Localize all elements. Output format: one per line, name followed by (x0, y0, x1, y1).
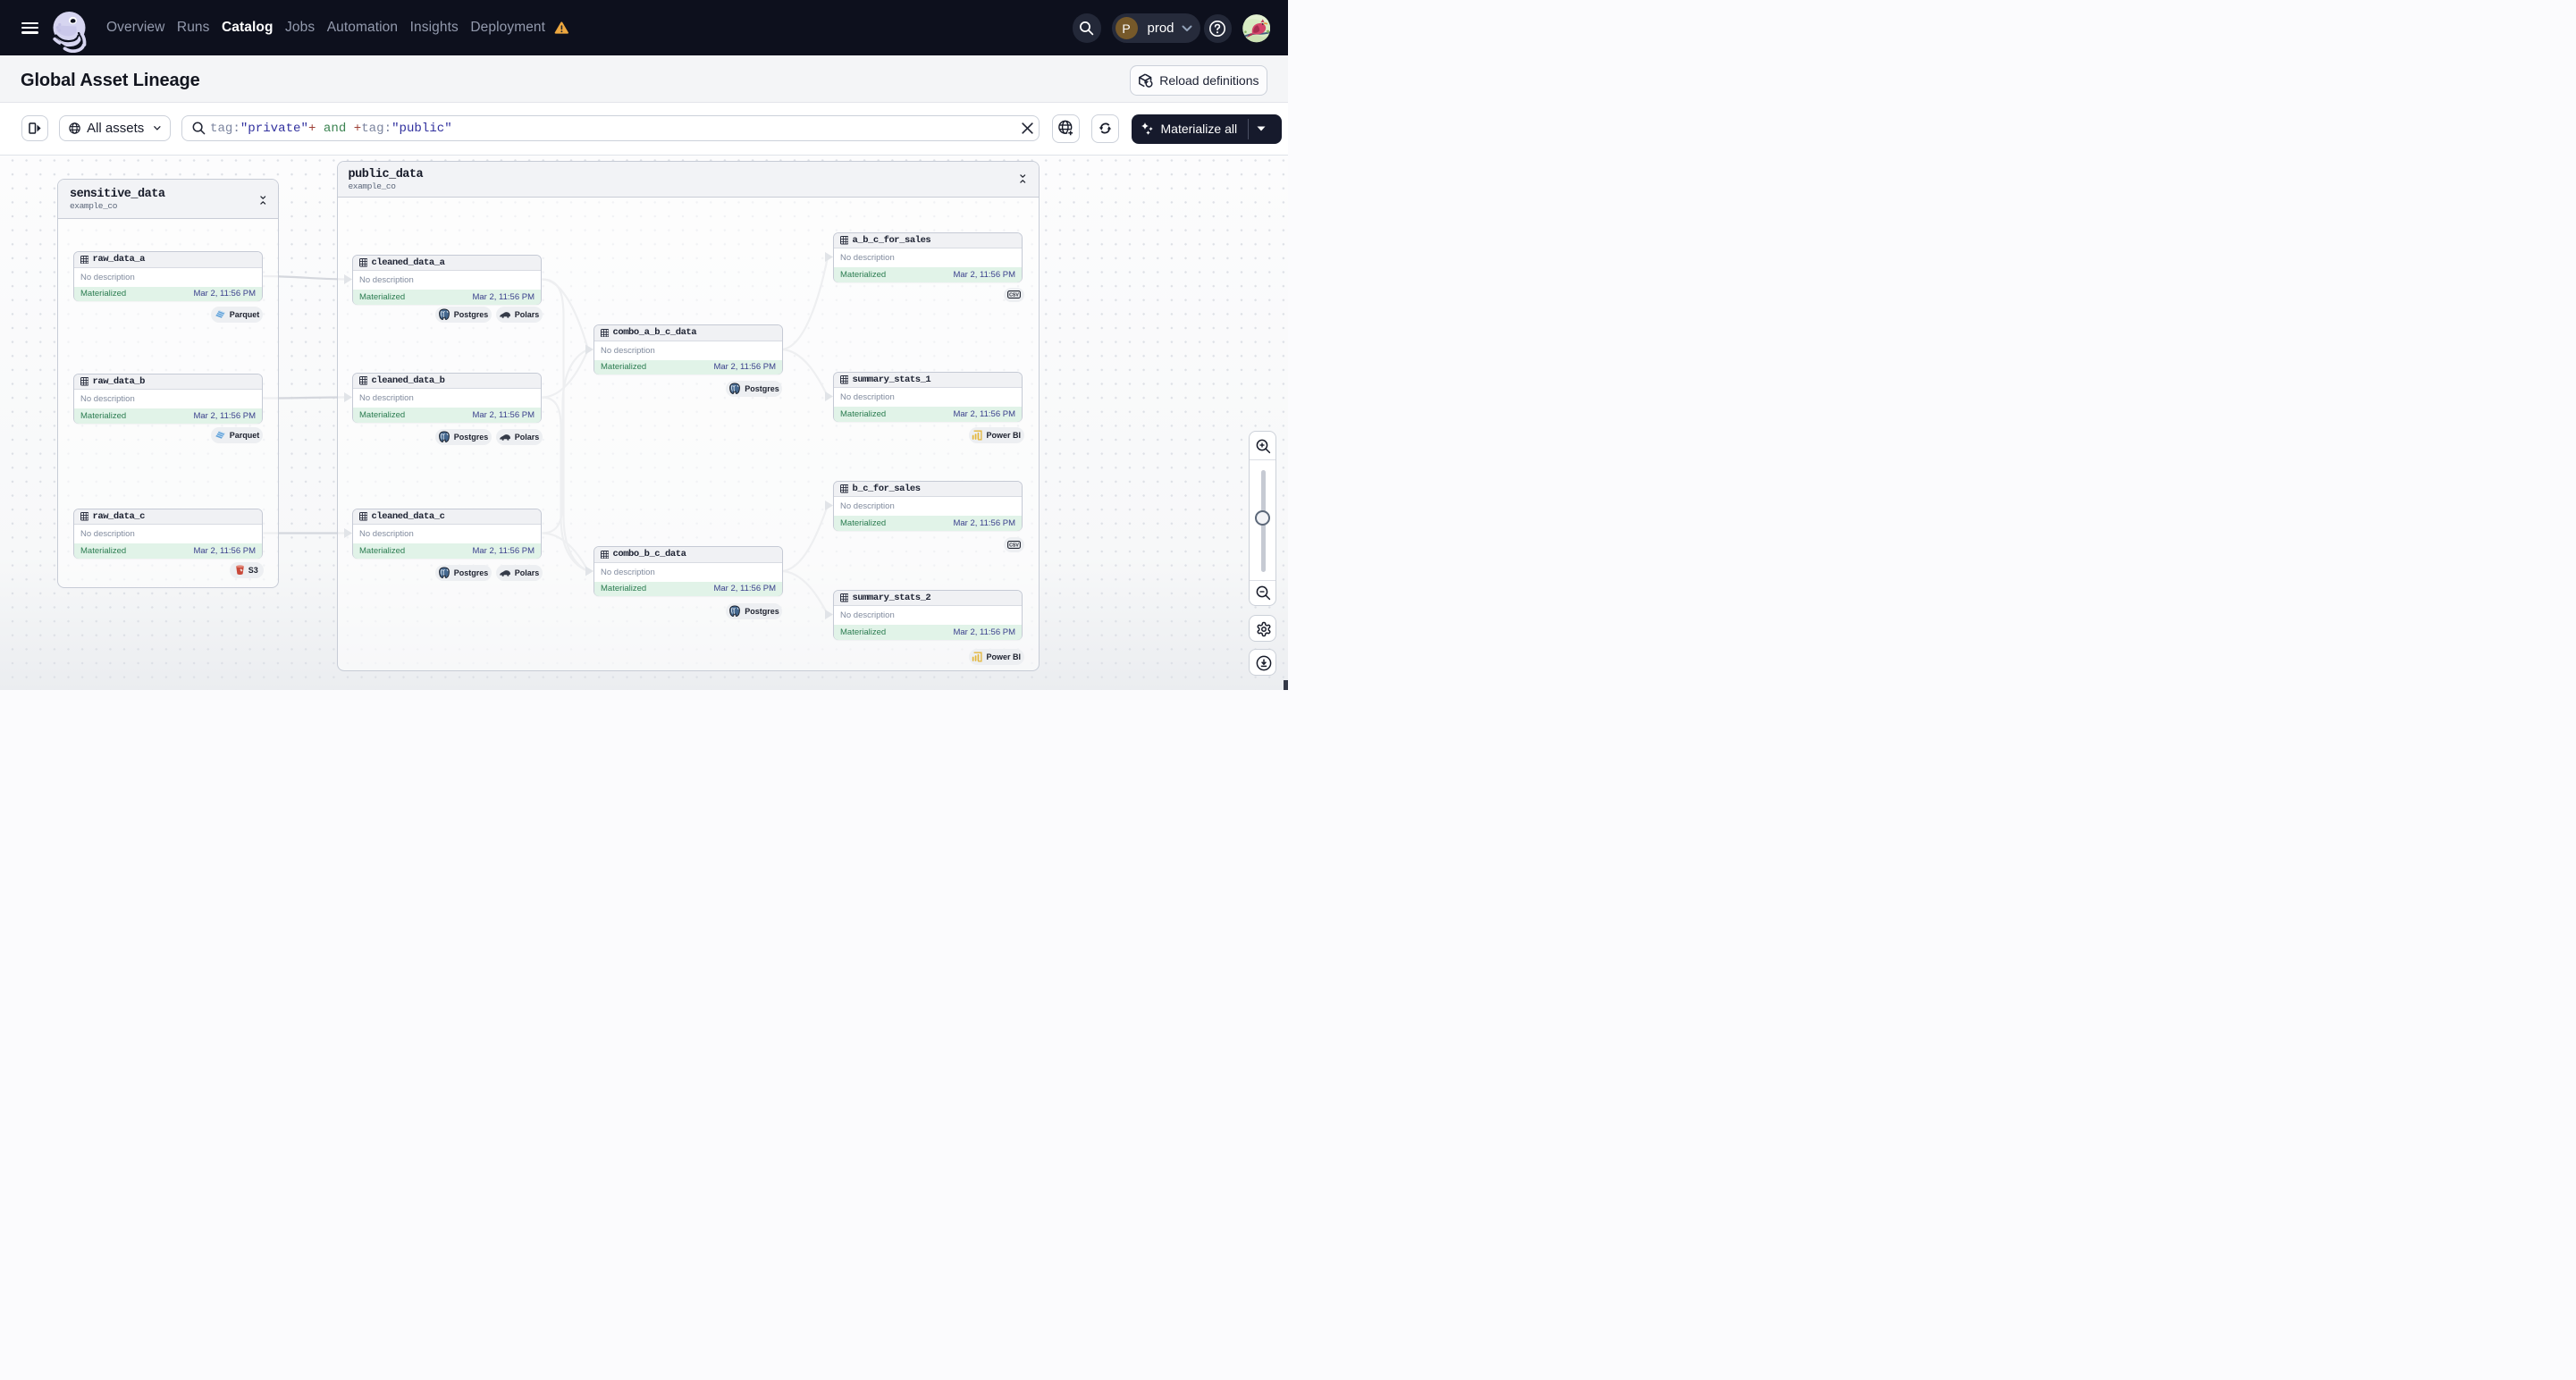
svg-text:CSV: CSV (1009, 543, 1019, 548)
svg-text:CSV: CSV (1009, 293, 1019, 299)
